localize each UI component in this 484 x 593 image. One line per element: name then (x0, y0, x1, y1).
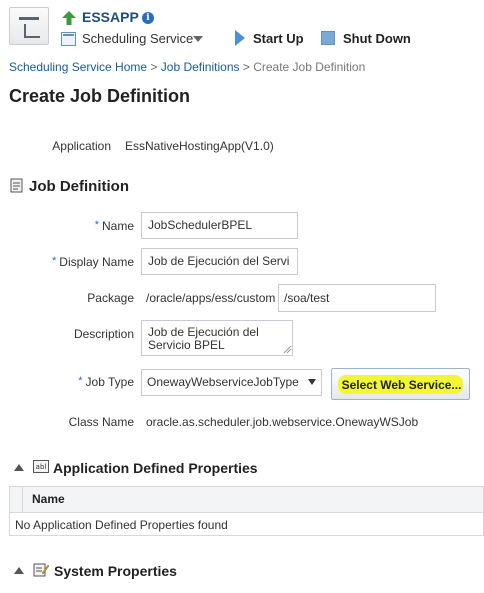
table-header: Name (10, 487, 483, 513)
page-title: Create Job Definition (9, 86, 191, 106)
properties-icon: abl (33, 460, 49, 473)
table-row-header-cell (10, 487, 23, 512)
scheduling-service-menu[interactable]: Scheduling Service (82, 31, 193, 46)
breadcrumb-link-job-definitions[interactable]: Job Definitions (161, 60, 240, 74)
collapse-icon[interactable] (14, 464, 24, 471)
display-name-label: * Display Name (20, 255, 134, 269)
job-type-label: * Job Type (20, 375, 134, 389)
select-web-service-label: Select Web Service... (341, 378, 462, 392)
collapse-icon[interactable] (14, 567, 24, 574)
required-indicator: * (94, 219, 99, 231)
system-properties-title: System Properties (54, 563, 177, 579)
required-indicator: * (52, 255, 57, 267)
system-properties-icon (33, 563, 49, 577)
display-name-input[interactable]: Job de Ejecución del Servi (141, 248, 298, 275)
name-label-text: Name (101, 219, 134, 233)
start-up-button[interactable]: Start Up (253, 31, 304, 46)
breadcrumb-separator: > (150, 60, 158, 74)
column-header-name[interactable]: Name (32, 492, 65, 506)
menu-icon-bar (19, 17, 39, 20)
start-up-icon[interactable] (235, 30, 245, 46)
table-empty-text: No Application Defined Properties found (15, 518, 228, 532)
shut-down-icon[interactable] (321, 31, 335, 45)
navigator-menu-button[interactable] (9, 7, 49, 45)
target-icon (61, 32, 76, 46)
description-textarea[interactable]: Job de Ejecución del Servicio BPEL (141, 320, 293, 356)
application-label: Application (52, 139, 111, 153)
application-properties-table: Name No Application Defined Properties f… (9, 486, 484, 536)
breadcrumb-current: Create Job Definition (253, 60, 366, 74)
description-label: Description (73, 327, 134, 341)
shut-down-button[interactable]: Shut Down (343, 31, 411, 46)
svg-text:abl: abl (36, 463, 47, 471)
application-value: EssNativeHostingApp(V1.0) (125, 139, 274, 153)
description-line: Servicio BPEL (148, 338, 225, 352)
breadcrumb-link-scheduling-service-home[interactable]: Scheduling Service Home (9, 60, 147, 74)
up-arrow-icon (62, 11, 76, 25)
application-defined-properties-title: Application Defined Properties (53, 460, 258, 476)
dropdown-arrow-icon[interactable] (308, 379, 316, 385)
class-name-label: Class Name (68, 415, 134, 429)
tree-icon (24, 24, 40, 38)
info-icon[interactable]: i (142, 12, 154, 24)
name-label: * Name (20, 219, 134, 233)
job-type-label-text: Job Type (85, 375, 134, 389)
package-prefix: /oracle/apps/ess/custom (146, 291, 276, 305)
app-title[interactable]: ESSAPP (82, 9, 139, 25)
class-name-value: oracle.as.scheduler.job.webservice.Onewa… (146, 415, 419, 429)
job-definition-icon (10, 178, 23, 193)
display-name-label-text: Display Name (59, 255, 134, 269)
job-type-select[interactable]: OnewayWebserviceJobType (141, 369, 322, 396)
chevron-down-icon[interactable] (193, 36, 203, 42)
resize-handle-icon[interactable] (283, 345, 292, 354)
job-type-value: OnewayWebserviceJobType (147, 375, 299, 389)
package-label: Package (87, 291, 134, 305)
name-input[interactable]: JobSchedulerBPEL (141, 212, 298, 239)
select-web-service-button[interactable]: Select Web Service... (331, 368, 470, 400)
package-input[interactable]: /soa/test (278, 284, 436, 312)
breadcrumb-separator: > (242, 60, 250, 74)
breadcrumb: Scheduling Service Home > Job Definition… (9, 60, 365, 74)
job-definition-section-title: Job Definition (29, 178, 129, 195)
required-indicator: * (78, 375, 83, 387)
